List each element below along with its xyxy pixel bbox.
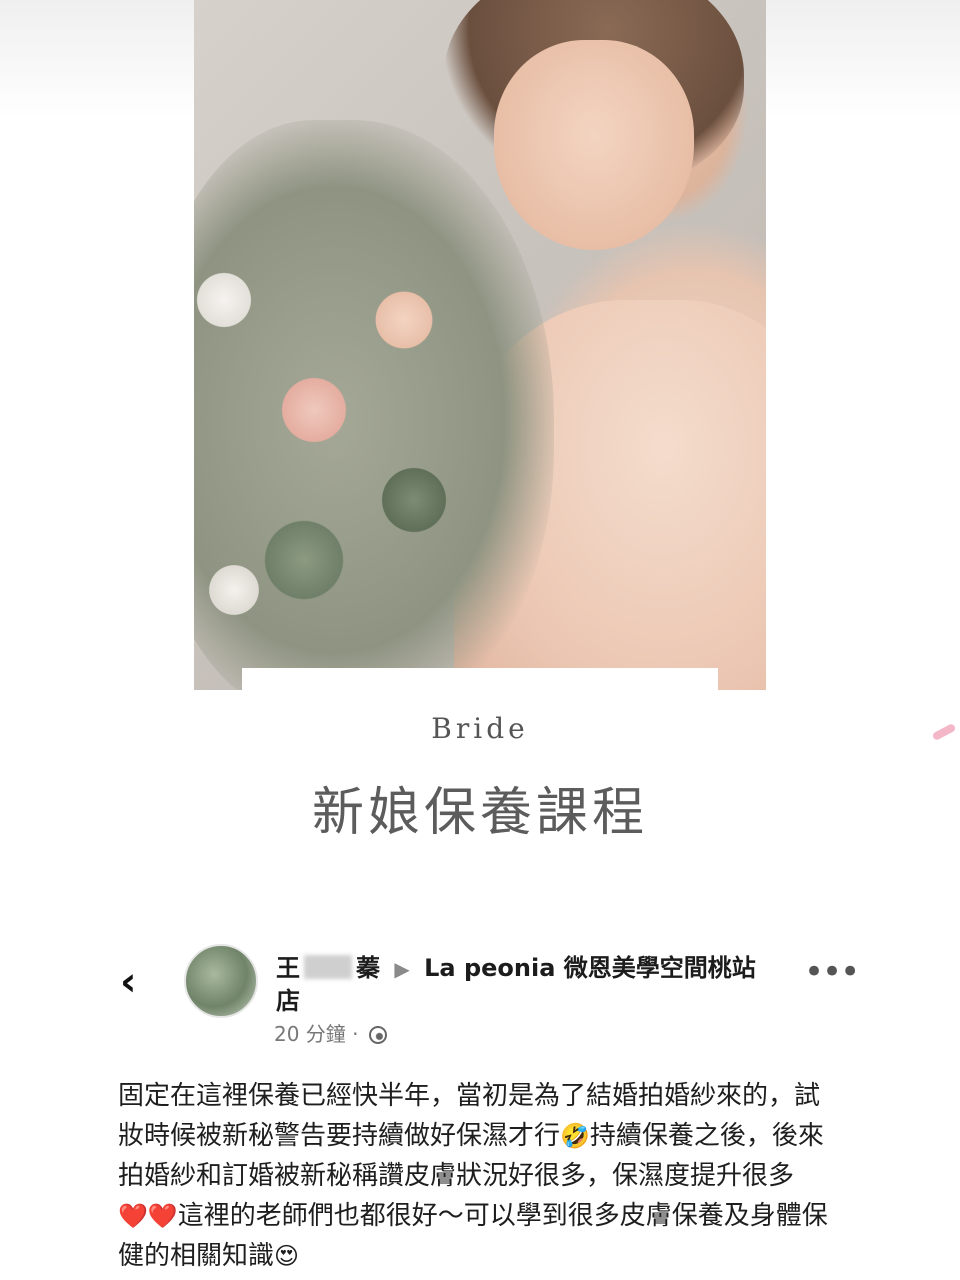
photo-bottom-strip <box>242 668 718 690</box>
author-name[interactable]: 王蓁 <box>276 954 380 982</box>
globe-icon <box>368 1026 387 1044</box>
post-body: 固定在這裡保養已經快半年，當初是為了結婚拍婚紗來的，試妝時候被新秘警告要持續做好… <box>118 1076 838 1276</box>
banner-heading-zh: 新娘保養課程 <box>311 783 648 843</box>
redacted-name <box>304 955 352 979</box>
more-icon: ••• <box>804 952 860 992</box>
back-button[interactable]: ‹ <box>120 960 160 1004</box>
chevron-left-icon: ‹ <box>120 959 137 1005</box>
rofl-emoji: 🤣 <box>560 1122 590 1150</box>
post-header: 王蓁 ▶ La peonia 微恩美學空間桃站店 <box>276 952 776 1017</box>
bride-photo <box>194 0 766 690</box>
photo-bouquet <box>194 120 554 690</box>
separator-dot: · <box>352 1022 359 1046</box>
more-options-button[interactable]: ••• <box>804 955 860 998</box>
banner-heading-en: Bride <box>431 712 529 745</box>
post-text-3: 這裡的老師們也都很好～可以學到很多皮膚保養及身體保健的相關知識 <box>118 1201 828 1271</box>
photo-face <box>494 40 694 250</box>
post-meta: 20 分鐘 · <box>274 1020 387 1048</box>
arrow-icon: ▶ <box>394 957 410 981</box>
heart-emoji: ❤️❤️ <box>118 1202 178 1230</box>
avatar[interactable] <box>184 944 258 1018</box>
heart-eyes-emoji: 😍 <box>274 1242 300 1270</box>
post-time[interactable]: 20 分鐘 <box>274 1022 346 1046</box>
